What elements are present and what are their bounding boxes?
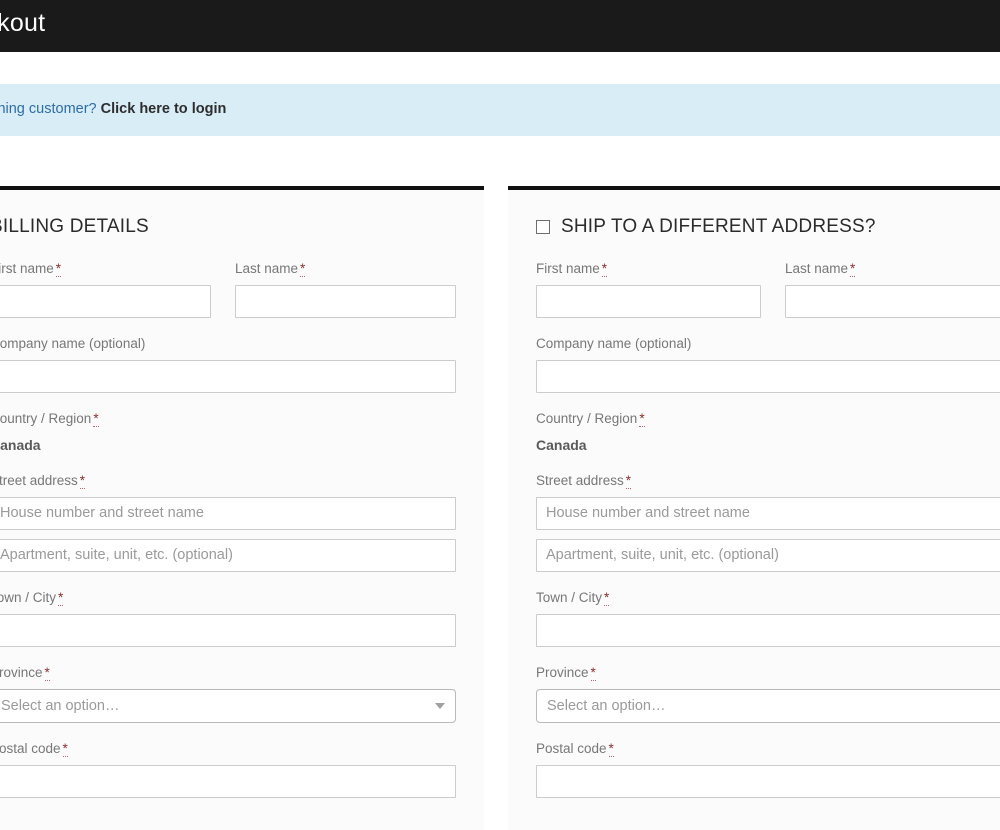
shipping-first-name-label: First name * [536, 260, 761, 277]
required-marker-icon: * [44, 665, 50, 681]
required-marker-icon: * [55, 261, 62, 277]
shipping-country-label-text: Country / Region [536, 411, 638, 426]
billing-street-address-input[interactable]: House number and street name [0, 497, 456, 530]
shipping-city-field: Town / City * [536, 589, 1000, 647]
billing-company-input[interactable] [0, 360, 456, 393]
site-header: Checkout [0, 0, 1000, 52]
shipping-street-address-label: Street address * [536, 472, 1000, 489]
shipping-company-label: Company name (optional) [536, 336, 692, 351]
shipping-province-select-wrapper: Select an option… [536, 689, 1000, 723]
billing-address-line2-field: Apartment, suite, unit, etc. (optional) [0, 539, 456, 572]
billing-last-name-label-text: Last name [235, 261, 299, 276]
required-marker-icon: * [639, 411, 645, 427]
billing-last-name-field: Last name * [235, 260, 456, 318]
shipping-street-address-input[interactable]: House number and street name [536, 497, 1000, 530]
required-marker-icon: * [62, 741, 68, 757]
notice-question-text: customer? [28, 101, 97, 117]
required-marker-icon: * [608, 741, 614, 757]
billing-last-name-input[interactable] [235, 285, 456, 318]
shipping-last-name-field: Last name * [785, 260, 1000, 318]
shipping-city-label-text: Town / City [536, 590, 603, 605]
required-marker-icon: * [625, 473, 632, 489]
returning-customer-notice-text: Returning customer? Click here to login [0, 101, 226, 117]
billing-province-field: Province* Select an option… [0, 664, 456, 723]
shipping-first-name-field: First name * [536, 260, 761, 318]
shipping-country-value: Canada [536, 437, 587, 453]
notice-spacer [0, 136, 1000, 186]
shipping-last-name-label: Last name * [785, 260, 1000, 277]
shipping-city-label: Town / City * [536, 589, 1000, 606]
billing-postal-code-label-text: Postal code [0, 741, 61, 756]
required-marker-icon: * [58, 590, 64, 606]
shipping-last-name-input[interactable] [785, 285, 1000, 318]
billing-country-field: Country / Region* Canada [0, 410, 456, 455]
billing-city-field: Town / City* [0, 589, 456, 647]
billing-city-input[interactable] [0, 614, 456, 647]
billing-city-label-text: Town / City [0, 590, 57, 605]
shipping-province-select[interactable]: Select an option… [536, 689, 1000, 723]
shipping-postal-code-label: Postal code * [536, 740, 1000, 757]
shipping-details-panel: SHIP TO A DIFFERENT ADDRESS? First name *… [508, 186, 1000, 830]
billing-last-name-label: Last name * [235, 260, 456, 277]
shipping-country-field: Country / Region * Canada [536, 410, 1000, 455]
shipping-section-title: SHIP TO A DIFFERENT ADDRESS? [561, 216, 876, 237]
shipping-last-name-label-text: Last name [785, 261, 849, 276]
required-marker-icon: * [590, 665, 596, 681]
billing-province-label: Province* [0, 664, 456, 681]
billing-province-select[interactable]: Select an option… [0, 689, 456, 723]
billing-section-title: BILLING DETAILS [0, 216, 149, 237]
header-spacer [0, 52, 1000, 84]
billing-city-label: Town / City* [0, 589, 456, 606]
shipping-country-label: Country / Region * [536, 410, 1000, 427]
shipping-first-name-label-text: First name [536, 261, 600, 276]
page-title: Checkout [0, 9, 46, 37]
shipping-province-field: Province * Select an option… [536, 664, 1000, 723]
billing-company-field: Company name (optional) [0, 335, 456, 393]
billing-province-select-wrapper: Select an option… [0, 689, 456, 723]
shipping-street-address-label-text: Street address [536, 473, 624, 488]
checkout-page: Checkout Returning customer? Click here … [0, 0, 1000, 830]
billing-first-name-label-text: First name [0, 261, 54, 276]
billing-first-name-label: First name* [0, 260, 211, 277]
shipping-company-input[interactable] [536, 360, 1000, 393]
billing-province-label-text: Province [0, 665, 43, 680]
ship-to-different-address-checkbox[interactable] [536, 220, 550, 234]
shipping-address-line2-input[interactable]: Apartment, suite, unit, etc. (optional) [536, 539, 1000, 572]
billing-postal-code-label: Postal code* [0, 740, 456, 757]
required-marker-icon: * [604, 590, 610, 606]
billing-address-line2-input[interactable]: Apartment, suite, unit, etc. (optional) [0, 539, 456, 572]
shipping-postal-code-input[interactable] [536, 765, 1000, 798]
required-marker-icon: * [601, 261, 608, 277]
billing-street-address-label: Street address* [0, 472, 456, 489]
shipping-city-input[interactable] [536, 614, 1000, 647]
shipping-province-label-text: Province [536, 665, 589, 680]
billing-postal-code-input[interactable] [0, 765, 456, 798]
billing-street-address-field: Street address* House number and street … [0, 472, 456, 530]
shipping-postal-code-label-text: Postal code [536, 741, 607, 756]
notice-prefix-text: Returning [0, 101, 25, 117]
billing-company-label: Company name (optional) [0, 336, 146, 351]
login-link[interactable]: Click here to login [101, 101, 227, 117]
required-marker-icon: * [79, 473, 86, 489]
shipping-postal-code-field: Postal code * [536, 740, 1000, 798]
billing-country-label-text: Country / Region [0, 411, 92, 426]
shipping-company-field: Company name (optional) [536, 335, 1000, 393]
billing-street-address-label-text: Street address [0, 473, 78, 488]
shipping-first-name-input[interactable] [536, 285, 761, 318]
returning-customer-notice: Returning customer? Click here to login [0, 84, 1000, 136]
shipping-street-address-field: Street address * House number and street … [536, 472, 1000, 530]
billing-country-value: Canada [0, 437, 41, 453]
ship-to-different-address-toggle[interactable]: SHIP TO A DIFFERENT ADDRESS? [536, 216, 1000, 238]
billing-country-label: Country / Region * [0, 410, 456, 427]
shipping-province-label: Province * [536, 664, 1000, 681]
required-marker-icon: * [93, 411, 99, 427]
required-marker-icon: * [850, 261, 856, 277]
billing-first-name-field: First name* [0, 260, 211, 318]
required-marker-icon: * [300, 261, 306, 277]
billing-details-panel: BILLING DETAILS First name* Last name* C… [0, 186, 484, 830]
shipping-address-line2-field: Apartment, suite, unit, etc. (optional) [536, 539, 1000, 572]
billing-first-name-input[interactable] [0, 285, 211, 318]
billing-postal-code-field: Postal code* [0, 740, 456, 798]
